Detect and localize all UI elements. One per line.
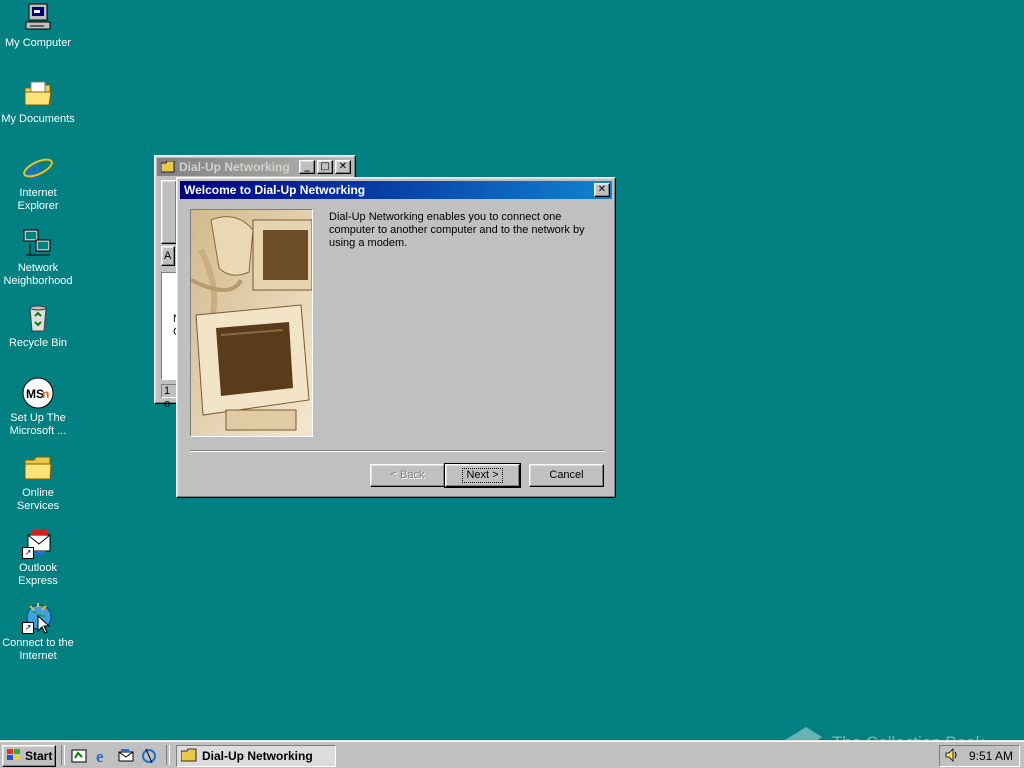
task-label: Dial-Up Networking (202, 749, 313, 763)
back-window-title: Dial-Up Networking (179, 160, 290, 174)
back-button-label: < Back (390, 469, 425, 481)
status-text: 1 o (164, 385, 171, 410)
next-button[interactable]: Next > (444, 463, 521, 488)
cancel-button-label: Cancel (549, 469, 584, 481)
next-button-label: Next > (462, 468, 503, 483)
folder-icon (180, 748, 197, 765)
desktop-icon-my-documents[interactable]: My Documents (0, 78, 76, 126)
wizard-illustration (190, 209, 313, 437)
dialog-titlebar[interactable]: Welcome to Dial-Up Networking ✕ (180, 181, 612, 199)
outlook-express-icon: ↗ (22, 527, 54, 559)
network-neighborhood-icon (22, 227, 54, 259)
desktop-icon-label: Connect to the Internet (2, 637, 74, 662)
back-button[interactable]: < Back (370, 464, 445, 487)
clock[interactable]: 9:51 AM (969, 749, 1013, 763)
show-desktop-icon[interactable] (70, 747, 88, 765)
recycle-bin-icon (22, 302, 54, 334)
start-button[interactable]: Start (2, 745, 56, 767)
svg-text:e: e (96, 747, 104, 765)
desktop-icon-label: Online Services (16, 487, 60, 512)
toolbar-area (161, 180, 177, 244)
welcome-dialog[interactable]: Welcome to Dial-Up Networking ✕ Dial-Up … (176, 177, 616, 498)
dialog-title: Welcome to Dial-Up Networking (184, 183, 366, 197)
my-computer-icon (22, 2, 54, 34)
close-button[interactable]: ✕ (335, 160, 351, 174)
desktop-icon-my-computer[interactable]: My Computer (0, 2, 76, 50)
desktop-icon-internet-explorer[interactable]: e Internet Explorer (0, 152, 76, 213)
internet-explorer-icon: e (22, 152, 54, 186)
desktop-icon-label: Network Neighborhood (3, 262, 73, 287)
minimize-button[interactable]: _ (299, 160, 315, 174)
shortcut-arrow-icon: ↗ (22, 547, 34, 559)
close-button[interactable]: ✕ (594, 183, 610, 197)
svg-text:n: n (42, 387, 49, 401)
desktop-icon-connect-internet[interactable]: ↗ Connect to the Internet (0, 602, 76, 663)
desktop-icon-label: Internet Explorer (17, 187, 59, 212)
cancel-button[interactable]: Cancel (529, 464, 604, 487)
outlook-express-icon[interactable] (117, 747, 135, 765)
taskbar: Start e Dial-Up Networking 9:51 AM (0, 740, 1024, 768)
desktop-icon-online-services[interactable]: Online Services (0, 452, 76, 513)
desktop-icon-msn-setup[interactable]: MS n Set Up The Microsoft ... (0, 377, 76, 438)
start-label: Start (25, 749, 53, 763)
desktop-icon-label: Recycle Bin (8, 337, 68, 349)
desktop-icon-recycle-bin[interactable]: Recycle Bin (0, 302, 76, 350)
volume-icon[interactable] (944, 747, 960, 766)
desktop-icon-network-neighborhood[interactable]: Network Neighborhood (0, 227, 76, 288)
intro-text: Dial-Up Networking enables you to connec… (329, 211, 585, 249)
channels-icon[interactable] (140, 747, 158, 765)
folder-documents-icon (22, 78, 54, 110)
windows-logo-icon (6, 748, 22, 765)
system-tray: 9:51 AM (939, 745, 1020, 767)
taskbar-button-dial-up-networking[interactable]: Dial-Up Networking (176, 745, 336, 767)
folder-icon (160, 160, 175, 173)
desktop-icon-outlook-express[interactable]: ↗ Outlook Express (0, 527, 76, 588)
address-bar[interactable]: A (161, 246, 175, 266)
desktop-icon-label: Set Up The Microsoft ... (9, 412, 67, 437)
desktop-icon-label: My Documents (1, 113, 75, 125)
separator (190, 450, 605, 452)
maximize-button[interactable]: □ (317, 160, 333, 174)
divider (166, 745, 170, 765)
msn-icon: MS n (22, 377, 54, 409)
address-label: A (164, 250, 172, 262)
desktop-icon-label: My Computer (4, 37, 72, 49)
divider (61, 745, 65, 765)
folder-icon (22, 452, 54, 484)
svg-text:e: e (27, 153, 40, 184)
internet-explorer-icon[interactable]: e (94, 747, 112, 766)
desktop-icon-label: Outlook Express (18, 562, 58, 587)
shortcut-arrow-icon: ↗ (22, 622, 34, 634)
connect-internet-icon: ↗ (22, 602, 54, 634)
